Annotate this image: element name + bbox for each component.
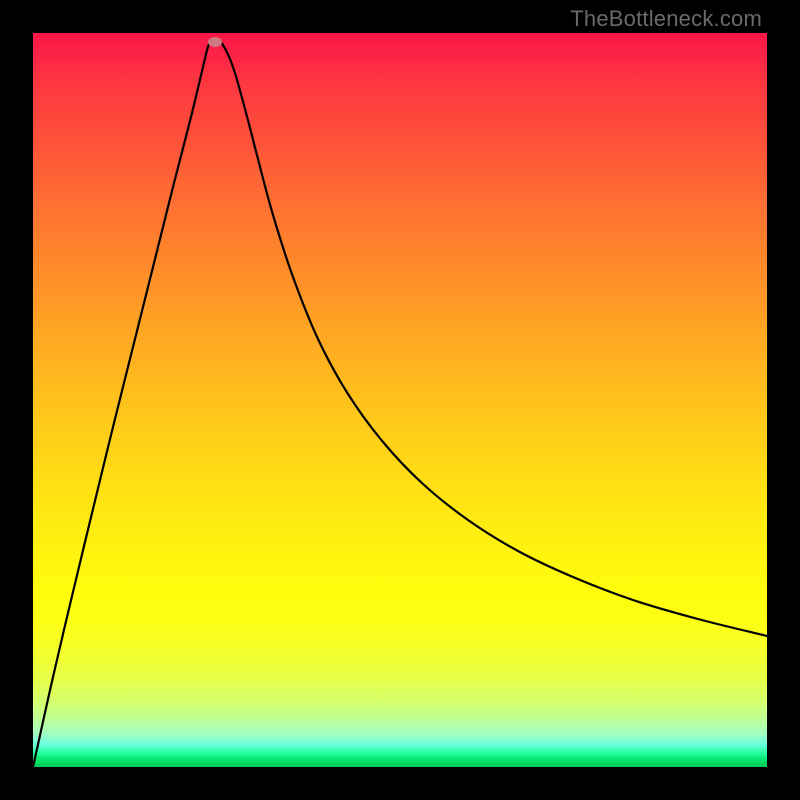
min-marker-dot: [208, 37, 222, 47]
watermark-text: TheBottleneck.com: [570, 6, 762, 32]
plot-area: [33, 33, 767, 767]
bottleneck-curve: [33, 33, 767, 767]
chart-frame: TheBottleneck.com: [0, 0, 800, 800]
